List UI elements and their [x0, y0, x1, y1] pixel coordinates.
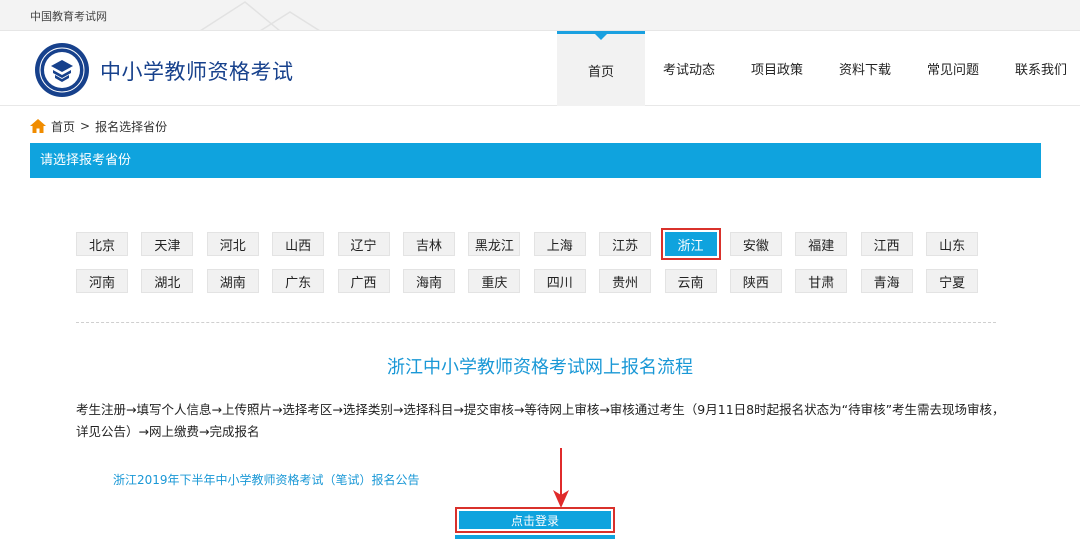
dashed-divider	[76, 322, 996, 323]
mountain-decoration	[200, 1, 320, 30]
province-yunnan[interactable]: 云南	[664, 269, 717, 293]
province-sichuan[interactable]: 四川	[533, 269, 586, 293]
top-bar: 中国教育考试网	[0, 0, 1080, 31]
login-bar-underline	[455, 535, 615, 539]
province-guangxi[interactable]: 广西	[337, 269, 390, 293]
province-hebei[interactable]: 河北	[206, 232, 259, 256]
province-guangdong[interactable]: 广东	[272, 269, 325, 293]
nav-item-contact[interactable]: 联系我们	[997, 31, 1080, 106]
nav-item-exam-news[interactable]: 考试动态	[645, 31, 733, 106]
breadcrumb-home[interactable]: 首页	[51, 118, 75, 135]
province-shanxi[interactable]: 山西	[272, 232, 325, 256]
province-hainan[interactable]: 海南	[402, 269, 455, 293]
province-hunan[interactable]: 湖南	[206, 269, 259, 293]
breadcrumb: 首页 > 报名选择省份	[30, 117, 167, 135]
province-anhui[interactable]: 安徽	[729, 232, 782, 256]
province-jiangxi[interactable]: 江西	[860, 232, 913, 256]
province-row-1: 北京 天津 河北 山西 辽宁 吉林 黑龙江 上海 江苏 浙江 安徽 福建 江西 …	[76, 228, 996, 260]
site-name[interactable]: 中国教育考试网	[30, 8, 107, 24]
flow-steps-text: 考生注册→填写个人信息→上传照片→选择考区→选择类别→选择科目→提交审核→等待网…	[76, 402, 1005, 439]
province-jiangsu[interactable]: 江苏	[599, 232, 652, 256]
brand-title[interactable]: 中小学教师资格考试	[100, 56, 294, 86]
province-hubei[interactable]: 湖北	[141, 269, 194, 293]
province-henan[interactable]: 河南	[76, 269, 128, 293]
province-grid: 北京 天津 河北 山西 辽宁 吉林 黑龙江 上海 江苏 浙江 安徽 福建 江西 …	[76, 228, 996, 306]
province-jilin[interactable]: 吉林	[402, 232, 455, 256]
login-button-highlight: 点击登录	[455, 507, 615, 533]
province-shanghai[interactable]: 上海	[533, 232, 586, 256]
province-gansu[interactable]: 甘肃	[795, 269, 848, 293]
flow-title: 浙江中小学教师资格考试网上报名流程	[387, 357, 693, 378]
section-title-bar: 请选择报考省份	[30, 143, 1041, 178]
province-chongqing[interactable]: 重庆	[468, 269, 521, 293]
province-beijing[interactable]: 北京	[76, 232, 128, 256]
main-nav: 首页 考试动态 项目政策 资料下载 常见问题 联系我们	[557, 31, 1080, 106]
nav-item-downloads[interactable]: 资料下载	[821, 31, 909, 106]
province-guizhou[interactable]: 贵州	[599, 269, 652, 293]
province-ningxia[interactable]: 宁夏	[926, 269, 979, 293]
red-arrow-down-icon	[553, 448, 569, 508]
province-zhejiang[interactable]: 浙江	[660, 228, 721, 260]
home-icon	[30, 119, 46, 133]
province-tianjin[interactable]: 天津	[141, 232, 194, 256]
breadcrumb-current: 报名选择省份	[95, 119, 168, 134]
nav-item-policy[interactable]: 项目政策	[733, 31, 821, 106]
header: 中小学教师资格考试 首页 考试动态 项目政策 资料下载 常见问题 联系我们	[0, 31, 1080, 106]
breadcrumb-separator: >	[80, 119, 91, 133]
province-fujian[interactable]: 福建	[795, 232, 848, 256]
province-heilongjiang[interactable]: 黑龙江	[468, 232, 521, 256]
nav-item-faq[interactable]: 常见问题	[909, 31, 997, 106]
province-liaoning[interactable]: 辽宁	[337, 232, 390, 256]
province-shandong[interactable]: 山东	[926, 232, 979, 256]
exam-seal-logo-icon[interactable]	[34, 42, 90, 98]
province-qinghai[interactable]: 青海	[860, 269, 913, 293]
login-button[interactable]: 点击登录	[459, 511, 611, 529]
province-shaanxi[interactable]: 陕西	[729, 269, 782, 293]
registration-notice-link[interactable]: 浙江2019年下半年中小学教师资格考试（笔试）报名公告	[113, 471, 420, 488]
nav-item-home[interactable]: 首页	[557, 31, 645, 106]
province-row-2: 河南 湖北 湖南 广东 广西 海南 重庆 四川 贵州 云南 陕西 甘肃 青海 宁…	[76, 269, 996, 294]
